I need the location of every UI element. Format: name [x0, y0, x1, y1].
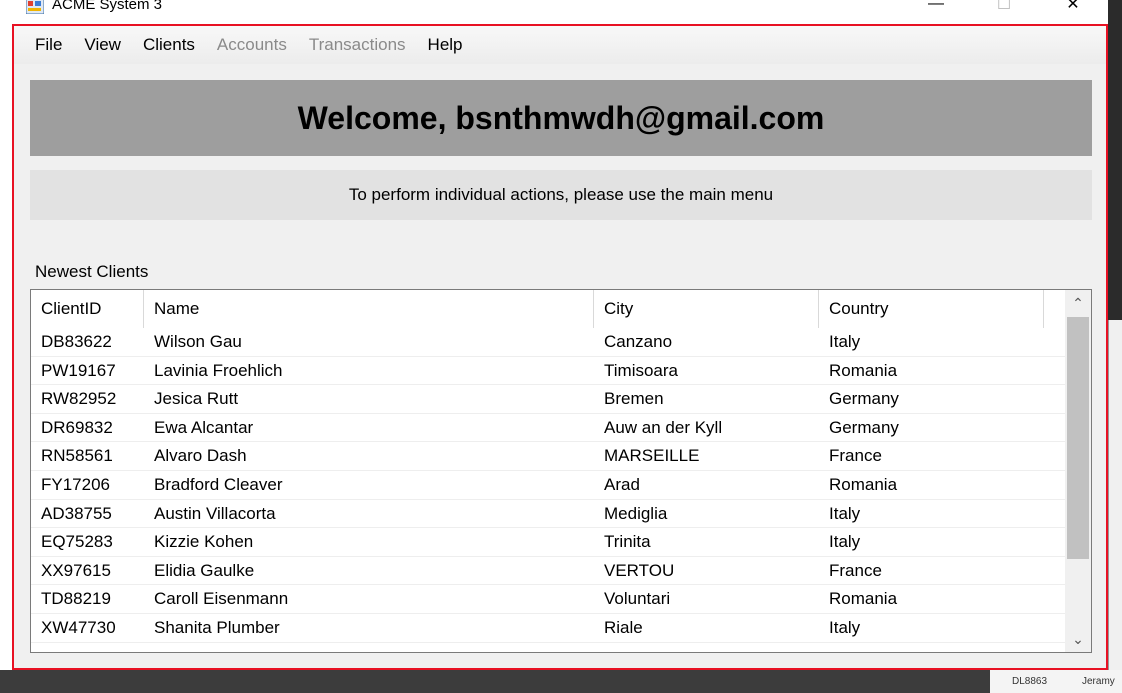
cell-clientid: DR69832 — [41, 417, 113, 437]
minimize-button[interactable]: — — [913, 0, 959, 22]
table-row[interactable]: TD88219 Caroll Eisenmann Voluntari Romania — [31, 585, 1065, 614]
column-header-city[interactable]: City — [594, 290, 819, 328]
background-window-strip: DL8863 Jeramy — [990, 670, 1122, 693]
column-header-filler — [1044, 290, 1065, 328]
grid-header: ClientID Name City Country — [31, 290, 1065, 328]
cell-country: Italy — [829, 503, 861, 523]
menu-view[interactable]: View — [73, 26, 132, 64]
scroll-thumb[interactable] — [1067, 317, 1089, 559]
cell-clientid: AD38755 — [41, 503, 112, 523]
cell-name: Caroll Eisenmann — [154, 589, 289, 609]
menu-help[interactable]: Help — [417, 26, 474, 64]
info-text: To perform individual actions, please us… — [348, 185, 774, 204]
cell-city: Riale — [604, 617, 643, 637]
cell-city: Arad — [604, 474, 640, 494]
cell-country: Romania — [829, 360, 898, 380]
title-bar[interactable]: ACME System 3 — ☐ ✕ — [0, 0, 1108, 24]
cell-name: Wilson Gau — [154, 332, 242, 351]
cell-city: Bremen — [604, 389, 664, 409]
cell-city: Auw an der Kyll — [604, 417, 723, 437]
table-row[interactable]: AD38755 Austin Villacorta Mediglia Italy — [31, 500, 1065, 529]
cell-clientid: FY17206 — [41, 474, 110, 494]
menu-accounts[interactable]: Accounts — [206, 26, 298, 64]
cell-country: Germany — [829, 417, 899, 437]
cell-clientid: DB83622 — [41, 332, 112, 351]
client-area: File View Clients Accounts Transactions … — [12, 24, 1108, 670]
cell-country: Romania — [829, 589, 898, 609]
cell-name: Kizzie Kohen — [154, 532, 254, 552]
table-row[interactable]: DR69832 Ewa Alcantar Auw an der Kyll German… — [31, 414, 1065, 443]
cell-clientid: RW82952 — [41, 389, 117, 409]
background-window-edge — [1108, 320, 1122, 693]
table-row[interactable]: XX97615 Elidia Gaulke VERTOU France — [31, 557, 1065, 586]
app-icon — [25, 0, 45, 15]
menu-transactions[interactable]: Transactions — [298, 26, 417, 64]
cell-name: Shanita Plumber — [154, 617, 280, 637]
welcome-text: Welcome, bsnthmwdh@gmail.com — [297, 99, 825, 136]
scroll-down-icon[interactable]: ⌄ — [1065, 626, 1091, 652]
column-header-country[interactable]: Country — [819, 290, 1044, 328]
column-header-clientid[interactable]: ClientID — [31, 290, 144, 328]
close-button[interactable]: ✕ — [1050, 0, 1096, 22]
desktop-background-bottom: DL8863 Jeramy — [0, 670, 1122, 693]
menu-file[interactable]: File — [24, 26, 73, 64]
cell-city: MARSEILLE — [604, 446, 700, 466]
cell-name: Austin Villacorta — [154, 503, 276, 523]
newest-clients-label: Newest Clients — [35, 262, 149, 281]
window-title: ACME System 3 — [52, 0, 163, 13]
cell-country: Italy — [829, 332, 861, 351]
table-row[interactable]: DB83622 Wilson Gau Canzano Italy — [31, 328, 1065, 357]
column-header-name[interactable]: Name — [144, 290, 594, 328]
table-row[interactable]: XW47730 Shanita Plumber Riale Italy — [31, 614, 1065, 643]
table-row[interactable]: RW82952 Jesica Rutt Bremen Germany — [31, 385, 1065, 414]
table-row[interactable]: PW19167 Lavinia Froehlich Timisoara Romania — [31, 357, 1065, 386]
background-text: DL8863 — [1012, 676, 1048, 687]
info-panel: To perform individual actions, please us… — [30, 170, 1092, 220]
table-row[interactable]: RN58561 Alvaro Dash MARSEILLE France — [31, 442, 1065, 471]
grid-body: DB83622 Wilson Gau Canzano Italy PW19167 Lavi… — [31, 328, 1065, 643]
cell-clientid: TD88219 — [41, 589, 111, 609]
cell-city: VERTOU — [604, 560, 675, 580]
cell-clientid: RN58561 — [41, 446, 113, 466]
cell-name: Ewa Alcantar — [154, 417, 254, 437]
cell-country: Germany — [829, 389, 899, 409]
cell-country: France — [829, 446, 882, 466]
cell-city: Timisoara — [604, 360, 678, 380]
cell-clientid: PW19167 — [41, 360, 116, 380]
cell-city: Trinita — [604, 532, 651, 552]
cell-name: Bradford Cleaver — [154, 474, 283, 494]
vertical-scrollbar[interactable]: ⌃ ⌄ — [1065, 290, 1091, 652]
cell-country: Romania — [829, 474, 898, 494]
cell-clientid: EQ75283 — [41, 532, 113, 552]
cell-name: Elidia Gaulke — [154, 560, 255, 580]
cell-country: Italy — [829, 617, 861, 637]
welcome-banner: Welcome, bsnthmwdh@gmail.com — [30, 80, 1092, 156]
cell-name: Lavinia Froehlich — [154, 360, 283, 380]
cell-city: Canzano — [604, 332, 673, 351]
menu-clients[interactable]: Clients — [132, 26, 206, 64]
cell-clientid: XW47730 — [41, 617, 116, 637]
table-row[interactable]: EQ75283 Kizzie Kohen Trinita Italy — [31, 528, 1065, 557]
menu-bar: File View Clients Accounts Transactions … — [14, 26, 1106, 64]
cell-clientid: XX97615 — [41, 560, 111, 580]
table-row[interactable]: FY17206 Bradford Cleaver Arad Romania — [31, 471, 1065, 500]
cell-name: Jesica Rutt — [154, 389, 239, 409]
clients-grid[interactable]: ClientID Name City Country DB83622 Wilson… — [30, 289, 1092, 653]
scroll-up-icon[interactable]: ⌃ — [1065, 290, 1091, 316]
background-text: Jeramy — [1082, 676, 1115, 687]
maximize-button[interactable]: ☐ — [981, 0, 1027, 22]
cell-city: Voluntari — [604, 589, 671, 609]
cell-country: Italy — [829, 532, 861, 552]
cell-country: France — [829, 560, 882, 580]
cell-city: Mediglia — [604, 503, 668, 523]
app-window: ACME System 3 — ☐ ✕ File View Clients Ac… — [0, 0, 1108, 670]
cell-name: Alvaro Dash — [154, 446, 247, 466]
